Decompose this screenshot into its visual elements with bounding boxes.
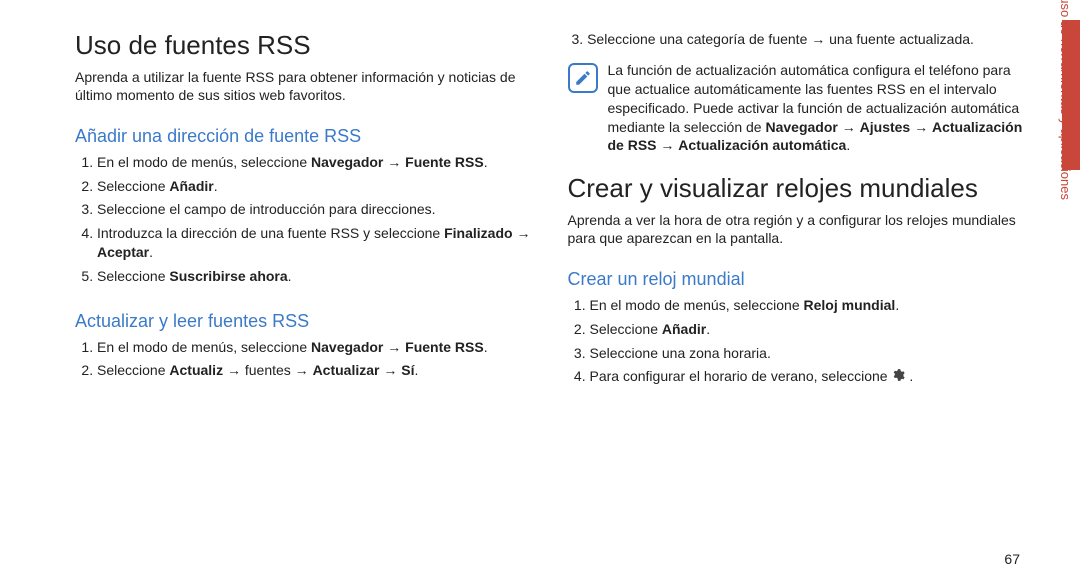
list-item: En el modo de menús, seleccione Reloj mu… <box>590 296 1031 316</box>
list-item: Seleccione Actualiz → fuentes → Actualiz… <box>97 361 538 381</box>
list-item: Para configurar el horario de verano, se… <box>590 367 1031 387</box>
heading-rss: Uso de fuentes RSS <box>75 30 538 61</box>
list-item: En el modo de menús, seleccione Navegado… <box>97 153 538 173</box>
continued-step: 3. Seleccione una categoría de fuente → … <box>568 30 1031 49</box>
steps-add-rss: En el modo de menús, seleccione Navegado… <box>75 153 538 291</box>
intro-worldclock: Aprenda a ver la hora de otra región y a… <box>568 212 1031 247</box>
heading-worldclock: Crear y visualizar relojes mundiales <box>568 173 1031 204</box>
gear-icon <box>891 368 905 388</box>
steps-update-rss: En el modo de menús, seleccione Navegado… <box>75 338 538 385</box>
subheading-update-rss: Actualizar y leer fuentes RSS <box>75 311 538 332</box>
steps-create-clock: En el modo de menús, seleccione Reloj mu… <box>568 296 1031 391</box>
right-column: 3. Seleccione una categoría de fuente → … <box>568 30 1031 565</box>
intro-rss: Aprenda a utilizar la fuente RSS para ob… <box>75 69 538 104</box>
note-block: La función de actualización automática c… <box>568 61 1031 155</box>
list-item: Seleccione Añadir. <box>97 177 538 197</box>
list-item: Introduzca la dirección de una fuente RS… <box>97 224 538 263</box>
page-number: 67 <box>1004 551 1020 567</box>
note-text: La función de actualización automática c… <box>608 61 1031 155</box>
left-column: Uso de fuentes RSS Aprenda a utilizar la… <box>75 30 538 565</box>
list-item: Seleccione Añadir. <box>590 320 1031 340</box>
list-item: Seleccione el campo de introducción para… <box>97 200 538 220</box>
list-item: En el modo de menús, seleccione Navegado… <box>97 338 538 358</box>
subheading-add-rss: Añadir una dirección de fuente RSS <box>75 126 538 147</box>
list-item: Seleccione Suscribirse ahora. <box>97 267 538 287</box>
section-label: uso de herramientas y aplicaciones <box>1058 0 1073 200</box>
note-icon <box>568 63 598 93</box>
page-content: Uso de fuentes RSS Aprenda a utilizar la… <box>0 0 1080 585</box>
subheading-create-clock: Crear un reloj mundial <box>568 269 1031 290</box>
list-item: Seleccione una zona horaria. <box>590 344 1031 364</box>
